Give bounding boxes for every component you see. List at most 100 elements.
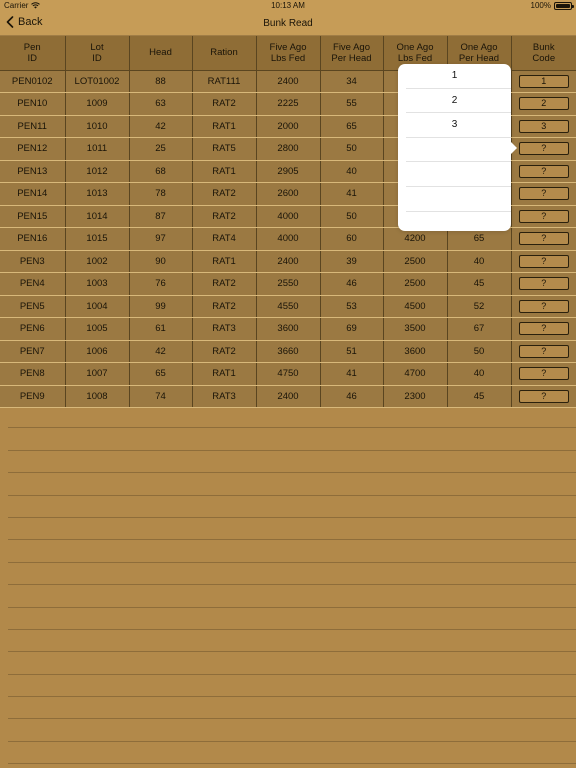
bunk-code-popover: 123 <box>398 64 511 231</box>
table-cell-bunk-code: ? <box>511 272 576 296</box>
empty-row-line <box>8 473 576 496</box>
table-cell-five-ago-lbs-fed: 3660 <box>256 340 321 363</box>
table-cell-five-ago-per-head: 40 <box>320 160 384 183</box>
table-cell-five-ago-per-head: 53 <box>320 295 384 318</box>
bunk-code-button[interactable]: ? <box>518 277 569 291</box>
clock: 10:13 AM <box>271 1 305 10</box>
table-cell-ration: RAT2 <box>192 295 257 318</box>
bunk-code-button[interactable]: ? <box>518 367 569 381</box>
table-cell-five-ago-lbs-fed: 4750 <box>256 362 321 386</box>
empty-row-line <box>8 518 576 541</box>
empty-row-line <box>8 585 576 608</box>
table-cell-five-ago-per-head: 60 <box>320 227 384 251</box>
table-cell-one-ago-lbs-fed: 2300 <box>383 385 448 408</box>
table-row[interactable]: PEN7 1006 42 RAT2 3660 51 3600 50? <box>0 340 576 363</box>
popover-option[interactable] <box>406 212 511 231</box>
table-row[interactable]: PEN3 1002 90 RAT1 2400 39 2500 40? <box>0 250 576 273</box>
bunk-code-button[interactable]: ? <box>518 344 569 358</box>
popover-option[interactable]: 3 <box>406 113 511 138</box>
bunk-code-button[interactable]: 3 <box>518 119 569 133</box>
bunk-code-button[interactable]: ? <box>518 164 569 178</box>
table-row[interactable]: PEN9 1008 74 RAT3 2400 46 2300 45? <box>0 385 576 408</box>
table-cell-five-ago-lbs-fed: 2400 <box>256 70 321 93</box>
table-cell-lot-id: 1010 <box>65 115 130 138</box>
table-cell-lot-id: 1013 <box>65 182 130 206</box>
table-cell-five-ago-lbs-fed: 2225 <box>256 92 321 116</box>
bunk-code-button[interactable]: ? <box>518 322 569 336</box>
table-cell-one-ago-per-head: 52 <box>447 295 512 318</box>
table-cell-one-ago-per-head: 50 <box>447 340 512 363</box>
table-cell-pen-id: PEN9 <box>0 385 66 408</box>
bunk-code-button[interactable]: ? <box>518 299 569 313</box>
table-row[interactable]: PEN6 1005 61 RAT3 3600 69 3500 67? <box>0 317 576 341</box>
table-cell-five-ago-lbs-fed: 2550 <box>256 272 321 296</box>
bunk-code-button[interactable]: 1 <box>518 74 569 88</box>
bunk-code-button[interactable]: 2 <box>518 97 569 111</box>
table-cell-five-ago-lbs-fed: 2000 <box>256 115 321 138</box>
table-cell-pen-id: PEN14 <box>0 182 66 206</box>
table-cell-head: 88 <box>129 70 193 93</box>
table-cell-five-ago-per-head: 55 <box>320 92 384 116</box>
table-cell-head: 25 <box>129 137 193 161</box>
bunk-code-button[interactable]: ? <box>518 389 569 403</box>
table-cell-head: 65 <box>129 362 193 386</box>
popover-option[interactable] <box>406 162 511 187</box>
table-cell-five-ago-lbs-fed: 2400 <box>256 385 321 408</box>
table-cell-pen-id: PEN0102 <box>0 70 66 93</box>
column-header-head: Head <box>129 36 193 71</box>
table-cell-five-ago-per-head: 34 <box>320 70 384 93</box>
table-cell-pen-id: PEN8 <box>0 362 66 386</box>
table-cell-pen-id: PEN6 <box>0 317 66 341</box>
column-header-pen-id: Pen ID <box>0 36 66 71</box>
table-cell-five-ago-per-head: 41 <box>320 182 384 206</box>
popover-option[interactable] <box>406 138 511 163</box>
table-cell-ration: RAT1 <box>192 160 257 183</box>
table-cell-five-ago-per-head: 46 <box>320 385 384 408</box>
table-cell-lot-id: 1012 <box>65 160 130 183</box>
table-cell-ration: RAT1 <box>192 250 257 273</box>
column-header-line: Lbs Fed <box>270 52 306 64</box>
bunk-code-button[interactable]: ? <box>518 232 569 246</box>
column-header-line: Head <box>149 47 172 59</box>
column-header-line: Code <box>532 52 556 64</box>
popover-option[interactable]: 2 <box>406 89 511 114</box>
table-cell-lot-id: 1015 <box>65 227 130 251</box>
table-row[interactable]: PEN8 1007 65 RAT1 4750 41 4700 40? <box>0 362 576 386</box>
battery-percent: 100% <box>530 1 551 10</box>
table-cell-bunk-code: ? <box>511 362 576 386</box>
column-header-line: Ration <box>210 47 238 59</box>
table-cell-five-ago-lbs-fed: 4550 <box>256 295 321 318</box>
table-cell-ration: RAT111 <box>192 70 257 93</box>
column-header-line: Bunk <box>532 41 555 53</box>
popover-option[interactable]: 1 <box>406 64 511 89</box>
table-cell-one-ago-lbs-fed: 4500 <box>383 295 448 318</box>
bunk-code-button[interactable]: ? <box>518 187 569 201</box>
table-cell-one-ago-per-head: 40 <box>447 362 512 386</box>
table-row[interactable]: PEN4 1003 76 RAT2 2550 46 2500 45? <box>0 272 576 296</box>
bunk-code-button[interactable]: ? <box>518 254 569 268</box>
column-header-line: Lot <box>90 41 104 53</box>
table-cell-pen-id: PEN5 <box>0 295 66 318</box>
table-cell-five-ago-lbs-fed: 2400 <box>256 250 321 273</box>
column-header-lot-id: Lot ID <box>65 36 130 71</box>
column-header-ration: Ration <box>192 36 257 71</box>
popover-option[interactable] <box>406 187 511 212</box>
table-cell-bunk-code: ? <box>511 295 576 318</box>
table-cell-ration: RAT3 <box>192 317 257 341</box>
table-cell-one-ago-lbs-fed: 2500 <box>383 250 448 273</box>
column-header-line: ID <box>27 52 38 64</box>
table-cell-five-ago-per-head: 69 <box>320 317 384 341</box>
table-cell-one-ago-lbs-fed: 3600 <box>383 340 448 363</box>
table-cell-lot-id: 1009 <box>65 92 130 116</box>
bunk-code-button[interactable]: ? <box>518 209 569 223</box>
table-row[interactable]: PEN5 1004 99 RAT2 4550 53 4500 52? <box>0 295 576 318</box>
table-cell-one-ago-per-head: 67 <box>447 317 512 341</box>
table-cell-ration: RAT4 <box>192 227 257 251</box>
table-cell-head: 61 <box>129 317 193 341</box>
table-cell-bunk-code: ? <box>511 160 576 183</box>
table-cell-one-ago-lbs-fed: 4700 <box>383 362 448 386</box>
column-header-five-ago-lbs-fed: Five Ago Lbs Fed <box>256 36 321 71</box>
table-cell-bunk-code: 3 <box>511 115 576 138</box>
table-cell-lot-id: 1005 <box>65 317 130 341</box>
bunk-code-button[interactable]: ? <box>518 142 569 156</box>
